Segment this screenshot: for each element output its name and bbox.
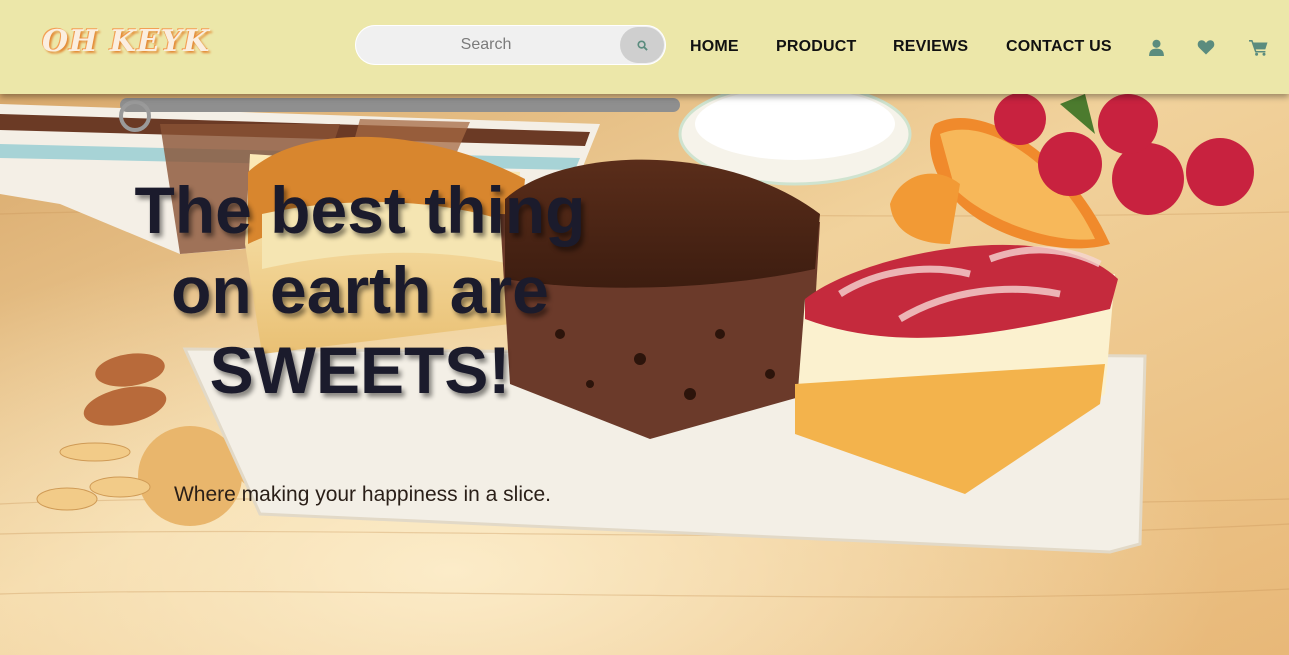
nav-product[interactable]: PRODUCT bbox=[776, 38, 857, 56]
search-button[interactable] bbox=[620, 27, 664, 63]
user-account-button[interactable] bbox=[1146, 37, 1166, 57]
cart-button[interactable] bbox=[1248, 37, 1268, 57]
nav-home[interactable]: HOME bbox=[690, 38, 739, 56]
hero-banner: The best thing on earth are SWEETS! Wher… bbox=[0, 94, 1289, 655]
search-icon bbox=[636, 39, 648, 51]
wishlist-button[interactable] bbox=[1196, 37, 1216, 57]
cart-icon bbox=[1248, 39, 1267, 56]
nav-reviews[interactable]: REVIEWS bbox=[893, 38, 968, 56]
search-input[interactable] bbox=[355, 25, 617, 65]
site-header: OH KEYK HOME PRODUCT REVIEWS CONTACT US bbox=[0, 0, 1289, 94]
nav-contact-us[interactable]: CONTACT US bbox=[1006, 38, 1112, 56]
heart-icon bbox=[1197, 40, 1215, 55]
hero-tagline: Where making your happiness in a slice. bbox=[173, 483, 551, 506]
user-icon bbox=[1148, 39, 1164, 56]
brand-logo[interactable]: OH KEYK bbox=[42, 24, 210, 59]
search-bar bbox=[355, 25, 666, 65]
hero-headline: The best thing on earth are SWEETS! bbox=[134, 173, 586, 407]
